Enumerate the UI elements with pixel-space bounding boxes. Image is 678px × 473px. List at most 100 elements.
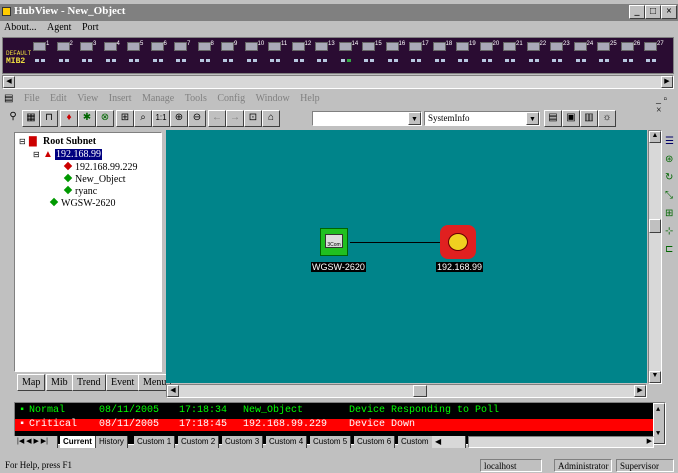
port-27[interactable]: 27	[644, 41, 664, 70]
menu-tools[interactable]: Tools	[181, 92, 211, 105]
minimize-button[interactable]: _	[629, 5, 645, 19]
link-icon[interactable]: ⤡	[665, 190, 673, 201]
port-21[interactable]: 21	[503, 41, 523, 70]
tab-current[interactable]: Current	[60, 436, 96, 448]
tab-custom-4[interactable]: Custom 4	[266, 436, 308, 448]
event-horizontal-scrollbar[interactable]: ▶	[468, 436, 654, 448]
port-20[interactable]: 20	[479, 41, 499, 70]
port-24[interactable]: 24	[573, 41, 593, 70]
group-icon[interactable]: ⊞	[665, 208, 673, 219]
menu-edit[interactable]: Edit	[46, 92, 71, 105]
tab-custom-6[interactable]: Custom 6	[354, 436, 396, 448]
import-icon[interactable]: ⊏	[665, 244, 673, 255]
scroll-thumb[interactable]	[413, 385, 427, 397]
zoom-out-icon[interactable]: ⊖	[188, 110, 206, 127]
tree-subnet[interactable]: 192.168.99	[55, 149, 102, 160]
location-combo[interactable]: ▼	[312, 111, 422, 126]
switch-node-label[interactable]: WGSW-2620	[311, 262, 366, 272]
zoom-fit-icon[interactable]: ⊞	[116, 110, 134, 127]
scroll-right-arrow-icon[interactable]: ▶	[647, 437, 652, 445]
tab-map[interactable]: Map	[17, 374, 46, 391]
port-9[interactable]: 9	[221, 41, 238, 70]
port-18[interactable]: 18	[432, 41, 452, 70]
tree-item-node[interactable]: ryanc	[63, 185, 97, 197]
map-horizontal-scrollbar[interactable]: ◀ ▶	[166, 384, 647, 398]
port-15[interactable]: 15	[362, 41, 382, 70]
switch-node-icon[interactable]: 3Com	[320, 228, 348, 256]
event-row-critical[interactable]: ▪ Critical 08/11/2005 17:18:45 192.168.9…	[15, 419, 653, 431]
close-button[interactable]: ×	[661, 5, 677, 19]
grid-view-icon[interactable]: ▤	[544, 110, 562, 127]
tab-custom-3[interactable]: Custom 3	[222, 436, 264, 448]
scroll-down-arrow-icon[interactable]: ▼	[656, 430, 660, 438]
panel-view-icon[interactable]: ▥	[580, 110, 598, 127]
binoculars-icon[interactable]: ⚲	[4, 110, 22, 127]
port-17[interactable]: 17	[409, 41, 429, 70]
port-3[interactable]: 3	[80, 41, 97, 70]
lock-icon[interactable]: ⊓	[40, 110, 58, 127]
scroll-left-arrow-icon[interactable]: ◀	[167, 385, 179, 397]
tab-scrollbar[interactable]: ◀	[432, 436, 466, 448]
port-7[interactable]: 7	[174, 41, 191, 70]
port-2[interactable]: 2	[56, 41, 74, 70]
menu-file[interactable]: File	[20, 92, 44, 105]
port-16[interactable]: 16	[385, 41, 405, 70]
menu-port[interactable]: Port	[78, 21, 103, 34]
port-26[interactable]: 26	[620, 41, 640, 70]
tree-item-node[interactable]: 192.168.99.229	[63, 161, 138, 173]
zoom-actual-icon[interactable]: 1:1	[152, 110, 170, 127]
forward-arrow-icon[interactable]: →	[226, 110, 244, 127]
port-5[interactable]: 5	[127, 41, 144, 70]
subnet-node-icon[interactable]	[440, 225, 476, 259]
network-map[interactable]: 3Com WGSW-2620 192.168.99	[166, 130, 647, 383]
dropdown-arrow-icon[interactable]: ▼	[526, 112, 539, 125]
discover-icon[interactable]: ✱	[78, 110, 96, 127]
menu-help[interactable]: Help	[296, 92, 323, 105]
zoom-icon[interactable]: ⌕	[134, 110, 152, 127]
scroll-thumb[interactable]	[649, 219, 661, 233]
window-view-icon[interactable]: ▣	[562, 110, 580, 127]
back-arrow-icon[interactable]: ←	[208, 110, 226, 127]
subnet-node-label[interactable]: 192.168.99	[436, 262, 484, 272]
tab-custom-7[interactable]: Custom	[398, 436, 433, 448]
port-22[interactable]: 22	[526, 41, 546, 70]
menu-agent[interactable]: Agent	[43, 21, 75, 34]
refresh-icon[interactable]: ↻	[665, 172, 673, 183]
port-12[interactable]: 12	[291, 41, 311, 70]
tab-custom-2[interactable]: Custom 2	[178, 436, 220, 448]
tab-custom-1[interactable]: Custom 1	[134, 436, 176, 448]
tree-root-subnet[interactable]: Root Subnet	[43, 136, 96, 147]
tab-nav-arrows[interactable]: |◀ ◀ ▶ ▶|	[14, 436, 58, 448]
home-icon[interactable]: ⌂	[262, 110, 280, 127]
scroll-up-arrow-icon[interactable]: ▲	[649, 131, 661, 143]
map-vertical-scrollbar[interactable]: ▲ ▼	[648, 130, 662, 384]
event-row-normal[interactable]: ▪ Normal 08/11/2005 17:18:34 New_Object …	[15, 405, 653, 417]
port-25[interactable]: 25	[597, 41, 617, 70]
maximize-button[interactable]: □	[645, 5, 661, 19]
collapse-toggle-icon[interactable]: ⊟	[33, 150, 40, 159]
tree-item-node[interactable]: New_Object	[63, 173, 126, 185]
port-11[interactable]: 11	[268, 41, 287, 70]
topology-icon[interactable]: ⊹	[665, 226, 673, 237]
tab-trend[interactable]: Trend	[72, 374, 106, 391]
hub-horizontal-scrollbar[interactable]: ◀ ▶	[2, 75, 674, 89]
dropdown-arrow-icon[interactable]: ▼	[408, 112, 421, 125]
tab-event[interactable]: Event	[106, 374, 140, 391]
collapse-toggle-icon[interactable]: ⊟	[19, 137, 26, 146]
monitor-icon[interactable]: ⊗	[96, 110, 114, 127]
scroll-left-arrow-icon[interactable]: ◀	[3, 76, 15, 88]
tab-history[interactable]: History	[96, 436, 128, 448]
event-log-scrollbar[interactable]: ▲ ▼	[653, 403, 665, 444]
network-icon[interactable]: ⊛	[665, 154, 673, 165]
bell-icon[interactable]: ♦	[60, 110, 78, 127]
map-icon[interactable]: ▦	[22, 110, 40, 127]
scroll-right-arrow-icon[interactable]: ▶	[634, 385, 646, 397]
scroll-up-arrow-icon[interactable]: ▲	[656, 406, 660, 414]
port-14[interactable]: 14	[338, 41, 358, 70]
port-23[interactable]: 23	[550, 41, 570, 70]
zoom-in-icon[interactable]: ⊕	[170, 110, 188, 127]
port-10[interactable]: 10	[244, 41, 264, 70]
scroll-right-arrow-icon[interactable]: ▶	[661, 76, 673, 88]
tree-item-switch[interactable]: WGSW-2620	[49, 197, 115, 209]
port-1[interactable]: 1	[33, 41, 50, 70]
